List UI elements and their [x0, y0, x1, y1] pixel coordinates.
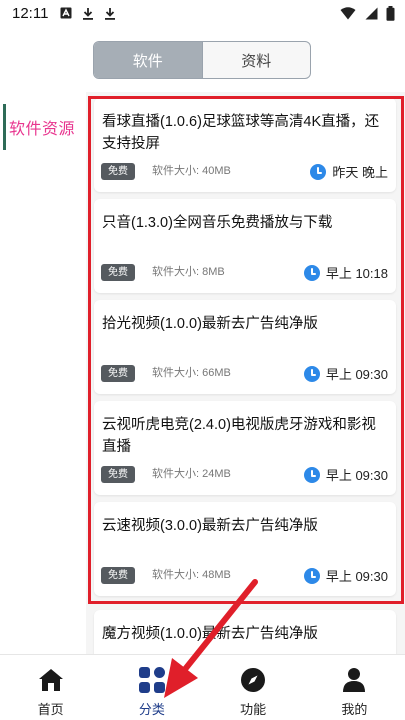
notification-icons [60, 7, 116, 20]
list-item[interactable]: 拾光视频(1.0.0)最新去广告纯净版 免费 软件大小: 66MB 早上 09:… [94, 300, 396, 394]
sidebar-item-label: 软件资源 [9, 121, 76, 138]
item-size: 软件大小: 48MB [152, 569, 231, 581]
signal-icon [365, 7, 378, 19]
software-list: 看球直播(1.0.6)足球篮球等高清4K直播，还支持投屏 免费 软件大小: 40… [86, 92, 405, 654]
item-title: 云速视频(3.0.0)最新去广告纯净版 [102, 518, 318, 534]
item-time: 昨天 晚上 [310, 162, 388, 181]
clock-icon [303, 365, 320, 382]
item-time-text: 昨天 晚上 [332, 165, 388, 180]
free-badge: 免费 [101, 365, 135, 382]
nav-label: 分类 [138, 702, 165, 717]
item-time: 早上 09:30 [303, 465, 388, 484]
free-badge: 免费 [101, 466, 135, 483]
header: 软件 资料 [0, 26, 405, 92]
list-item[interactable]: 云视听虎电竞(2.4.0)电视版虎牙游戏和影视直播 免费 软件大小: 24MB … [94, 401, 396, 495]
nav-label: 首页 [37, 702, 64, 717]
nav-item-home[interactable]: 首页 [0, 655, 101, 720]
compass-icon [238, 665, 268, 695]
item-title: 云视听虎电竞(2.4.0)电视版虎牙游戏和影视直播 [102, 417, 376, 455]
item-title: 拾光视频(1.0.0)最新去广告纯净版 [102, 316, 318, 332]
status-time: 12:11 [12, 4, 49, 22]
category-sidebar: 软件资源 [0, 92, 86, 654]
item-time-text: 早上 09:30 [325, 367, 388, 382]
item-size: 软件大小: 8MB [152, 266, 225, 278]
app-screen: 12:11 软件 资料 软件资源 看球直播(1.0.6)足球篮球等高清4K直播，… [0, 0, 405, 720]
nav-item-mine[interactable]: 我的 [304, 655, 405, 720]
status-bar: 12:11 [0, 0, 405, 26]
wifi-icon [340, 6, 356, 19]
sidebar-item-software-resources[interactable]: 软件资源 [0, 98, 86, 156]
item-time-text: 早上 09:30 [325, 468, 388, 483]
app-notification-icon [60, 7, 72, 19]
list-item[interactable]: 魔方视频(1.0.0)最新去广告纯净版 [94, 610, 396, 654]
tab-materials[interactable]: 资料 [203, 42, 311, 78]
item-title: 看球直播(1.0.6)足球篮球等高清4K直播，还支持投屏 [102, 114, 380, 152]
download-icon [83, 7, 94, 20]
item-size: 软件大小: 40MB [152, 165, 231, 177]
item-size: 软件大小: 66MB [152, 367, 231, 379]
item-title: 魔方视频(1.0.0)最新去广告纯净版 [102, 626, 318, 642]
item-time: 早上 09:30 [303, 566, 388, 585]
bottom-nav: 首页 分类 功能 我的 [0, 654, 405, 720]
nav-item-category[interactable]: 分类 [101, 655, 202, 720]
item-time: 早上 10:18 [303, 263, 388, 282]
active-indicator [3, 104, 6, 150]
list-item[interactable]: 看球直播(1.0.6)足球篮球等高清4K直播，还支持投屏 免费 软件大小: 40… [94, 98, 396, 192]
nav-item-functions[interactable]: 功能 [203, 655, 304, 720]
clock-icon [303, 466, 320, 483]
clock-icon [303, 567, 320, 584]
segmented-tabs: 软件 资料 [93, 41, 311, 79]
download-icon-2 [105, 7, 116, 20]
nav-label: 我的 [341, 702, 368, 717]
clock-icon [310, 163, 327, 180]
user-icon [339, 665, 369, 695]
item-time: 早上 09:30 [303, 364, 388, 383]
list-item[interactable]: 只音(1.3.0)全网音乐免费播放与下载 免费 软件大小: 8MB 早上 10:… [94, 199, 396, 293]
battery-icon [386, 5, 395, 21]
free-badge: 免费 [101, 264, 135, 281]
list-item[interactable]: 云速视频(3.0.0)最新去广告纯净版 免费 软件大小: 48MB 早上 09:… [94, 502, 396, 596]
category-icon [137, 665, 167, 695]
item-size: 软件大小: 24MB [152, 468, 231, 480]
item-time-text: 早上 09:30 [325, 569, 388, 584]
nav-label: 功能 [240, 702, 267, 717]
system-icons [340, 5, 395, 21]
home-icon [36, 665, 66, 695]
item-title: 只音(1.3.0)全网音乐免费播放与下载 [102, 215, 333, 231]
tab-software[interactable]: 软件 [94, 42, 203, 78]
free-badge: 免费 [101, 567, 135, 584]
item-time-text: 早上 10:18 [325, 266, 388, 281]
free-badge: 免费 [101, 163, 135, 180]
clock-icon [303, 264, 320, 281]
